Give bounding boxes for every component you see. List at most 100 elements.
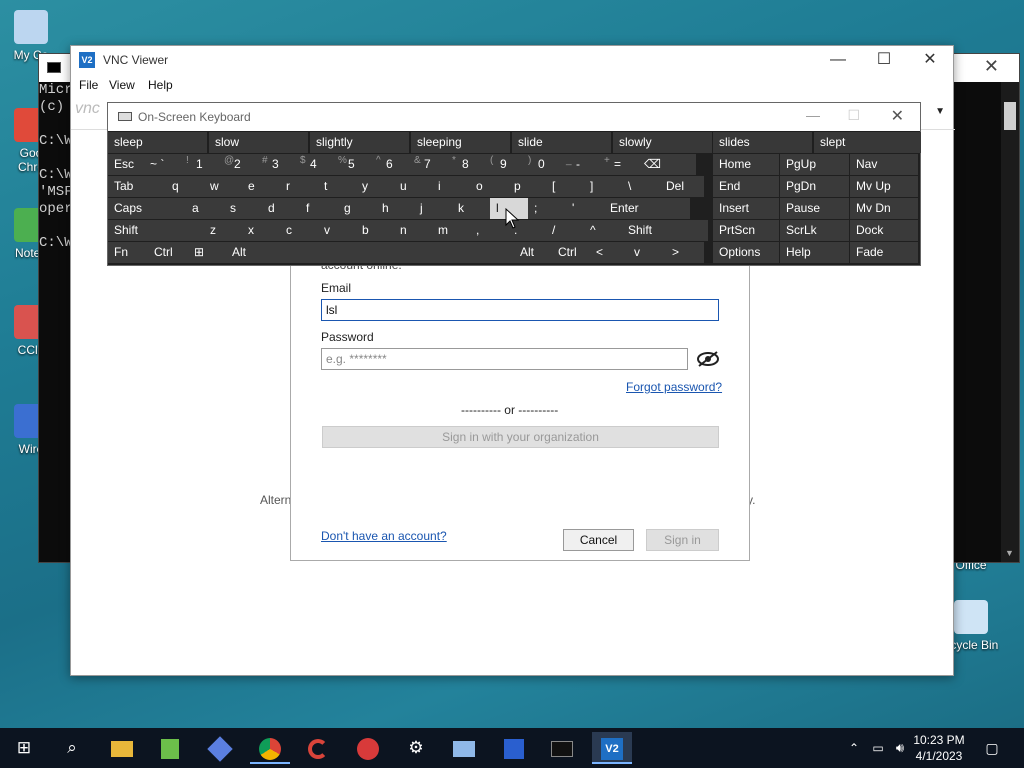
key[interactable]: _ - (562, 154, 600, 175)
key[interactable]: r (280, 176, 318, 197)
key[interactable]: i (432, 176, 470, 197)
prediction-key[interactable]: slide (512, 132, 611, 153)
key[interactable]: @2 (220, 154, 258, 175)
prediction-key[interactable]: slow (209, 132, 308, 153)
scrollbar[interactable]: ▼ (1001, 82, 1019, 562)
prediction-key[interactable]: slowly (613, 132, 712, 153)
key[interactable]: s (224, 198, 262, 219)
key[interactable]: v (318, 220, 356, 241)
clock[interactable]: 10:23 PM 4/1/2023 (906, 732, 972, 764)
key[interactable]: k (452, 198, 490, 219)
sign-in-organization-button[interactable]: Sign in with your organization (322, 426, 719, 448)
key[interactable]: Ctrl (552, 242, 590, 263)
minimize-icon[interactable]: — (806, 107, 820, 123)
menu-help[interactable]: Help (148, 78, 173, 92)
app-red-icon[interactable] (348, 732, 388, 764)
key[interactable]: Enter (604, 198, 690, 219)
wireshark-icon[interactable] (494, 732, 534, 764)
key[interactable]: Alt (514, 242, 552, 263)
chrome-icon[interactable] (250, 732, 290, 764)
key[interactable]: f (300, 198, 338, 219)
key[interactable]: y (356, 176, 394, 197)
key[interactable]: / (546, 220, 584, 241)
network-app-icon[interactable] (444, 732, 484, 764)
ccleaner-icon[interactable] (298, 732, 338, 764)
key[interactable]: (9 (486, 154, 524, 175)
maximize-icon[interactable]: ☐ (861, 46, 907, 74)
key[interactable]: ⊞ (188, 242, 226, 263)
key[interactable]: & 7 (410, 154, 448, 175)
menu-view[interactable]: View (109, 78, 135, 92)
key[interactable]: Shift (622, 220, 708, 241)
close-icon[interactable]: ✕ (891, 106, 904, 126)
notepad-plus-icon[interactable] (150, 732, 190, 764)
start-icon[interactable]: ⊞ (4, 732, 44, 764)
key[interactable]: Alt (226, 242, 474, 263)
key[interactable] (474, 242, 514, 263)
key[interactable]: Fn (108, 242, 148, 263)
key[interactable]: ! 1 (182, 154, 220, 175)
key[interactable]: Tab (108, 176, 166, 197)
sign-in-button[interactable]: Sign in (646, 529, 719, 551)
prediction-key[interactable]: sleeping (411, 132, 510, 153)
key[interactable]: > (666, 242, 704, 263)
vnc-viewer-icon[interactable]: V2 (592, 732, 632, 764)
key[interactable]: b (356, 220, 394, 241)
key[interactable]: t (318, 176, 356, 197)
key[interactable]: + = (600, 154, 638, 175)
nav-key[interactable]: Help (780, 242, 849, 263)
close-icon[interactable]: ✕ (984, 56, 999, 77)
cancel-button[interactable]: Cancel (563, 529, 634, 551)
nav-key[interactable]: PgDn (780, 176, 849, 197)
file-explorer-icon[interactable] (102, 732, 142, 764)
key[interactable]: ⌫ (638, 154, 696, 175)
search-icon[interactable]: ⌕ (52, 732, 92, 764)
key[interactable]: g (338, 198, 376, 219)
key[interactable]: h (376, 198, 414, 219)
create-account-link[interactable]: Don't have an account? (321, 529, 447, 543)
key[interactable]: e (242, 176, 280, 197)
nav-key[interactable]: Nav (850, 154, 918, 175)
nav-key[interactable]: ScrLk (780, 220, 849, 241)
key[interactable]: ^ (584, 220, 622, 241)
key[interactable]: * 8 (448, 154, 486, 175)
forgot-password-link[interactable]: Forgot password? (626, 380, 722, 394)
key[interactable]: Caps (108, 198, 186, 219)
key[interactable]: $4 (296, 154, 334, 175)
nav-key[interactable]: Pause (780, 198, 849, 219)
prediction-key[interactable]: slightly (310, 132, 409, 153)
key[interactable]: Ctrl (148, 242, 188, 263)
key[interactable]: Del (660, 176, 704, 197)
prediction-key[interactable]: slept (814, 132, 921, 153)
key[interactable]: m (432, 220, 470, 241)
key[interactable]: ; (528, 198, 566, 219)
key[interactable]: #3 (258, 154, 296, 175)
key[interactable]: v (628, 242, 666, 263)
minimize-icon[interactable]: — (815, 46, 861, 74)
key[interactable]: ~ ` (144, 154, 182, 175)
key[interactable]: ) 0 (524, 154, 562, 175)
key[interactable]: [ (546, 176, 584, 197)
key[interactable]: < (590, 242, 628, 263)
key[interactable]: \ (622, 176, 660, 197)
key[interactable]: z (204, 220, 242, 241)
key[interactable]: c (280, 220, 318, 241)
nav-key[interactable]: Dock (850, 220, 918, 241)
key[interactable]: q (166, 176, 204, 197)
nav-key[interactable]: PrtScn (713, 220, 779, 241)
nav-key[interactable]: Home (713, 154, 779, 175)
chevron-down-icon[interactable]: ▼ (935, 106, 945, 117)
nav-key[interactable]: Mv Dn (850, 198, 918, 219)
settings-icon[interactable]: ⚙ (396, 732, 436, 764)
key[interactable]: Shift (108, 220, 204, 241)
key[interactable]: ] (584, 176, 622, 197)
close-icon[interactable]: ✕ (907, 46, 953, 74)
key[interactable]: % 5 (334, 154, 372, 175)
cmd-icon[interactable] (542, 732, 582, 764)
key[interactable]: u (394, 176, 432, 197)
nav-key[interactable]: Mv Up (850, 176, 918, 197)
key[interactable]: ^ 6 (372, 154, 410, 175)
key[interactable]: p (508, 176, 546, 197)
prediction-key[interactable]: slides (713, 132, 812, 153)
key[interactable]: a (186, 198, 224, 219)
